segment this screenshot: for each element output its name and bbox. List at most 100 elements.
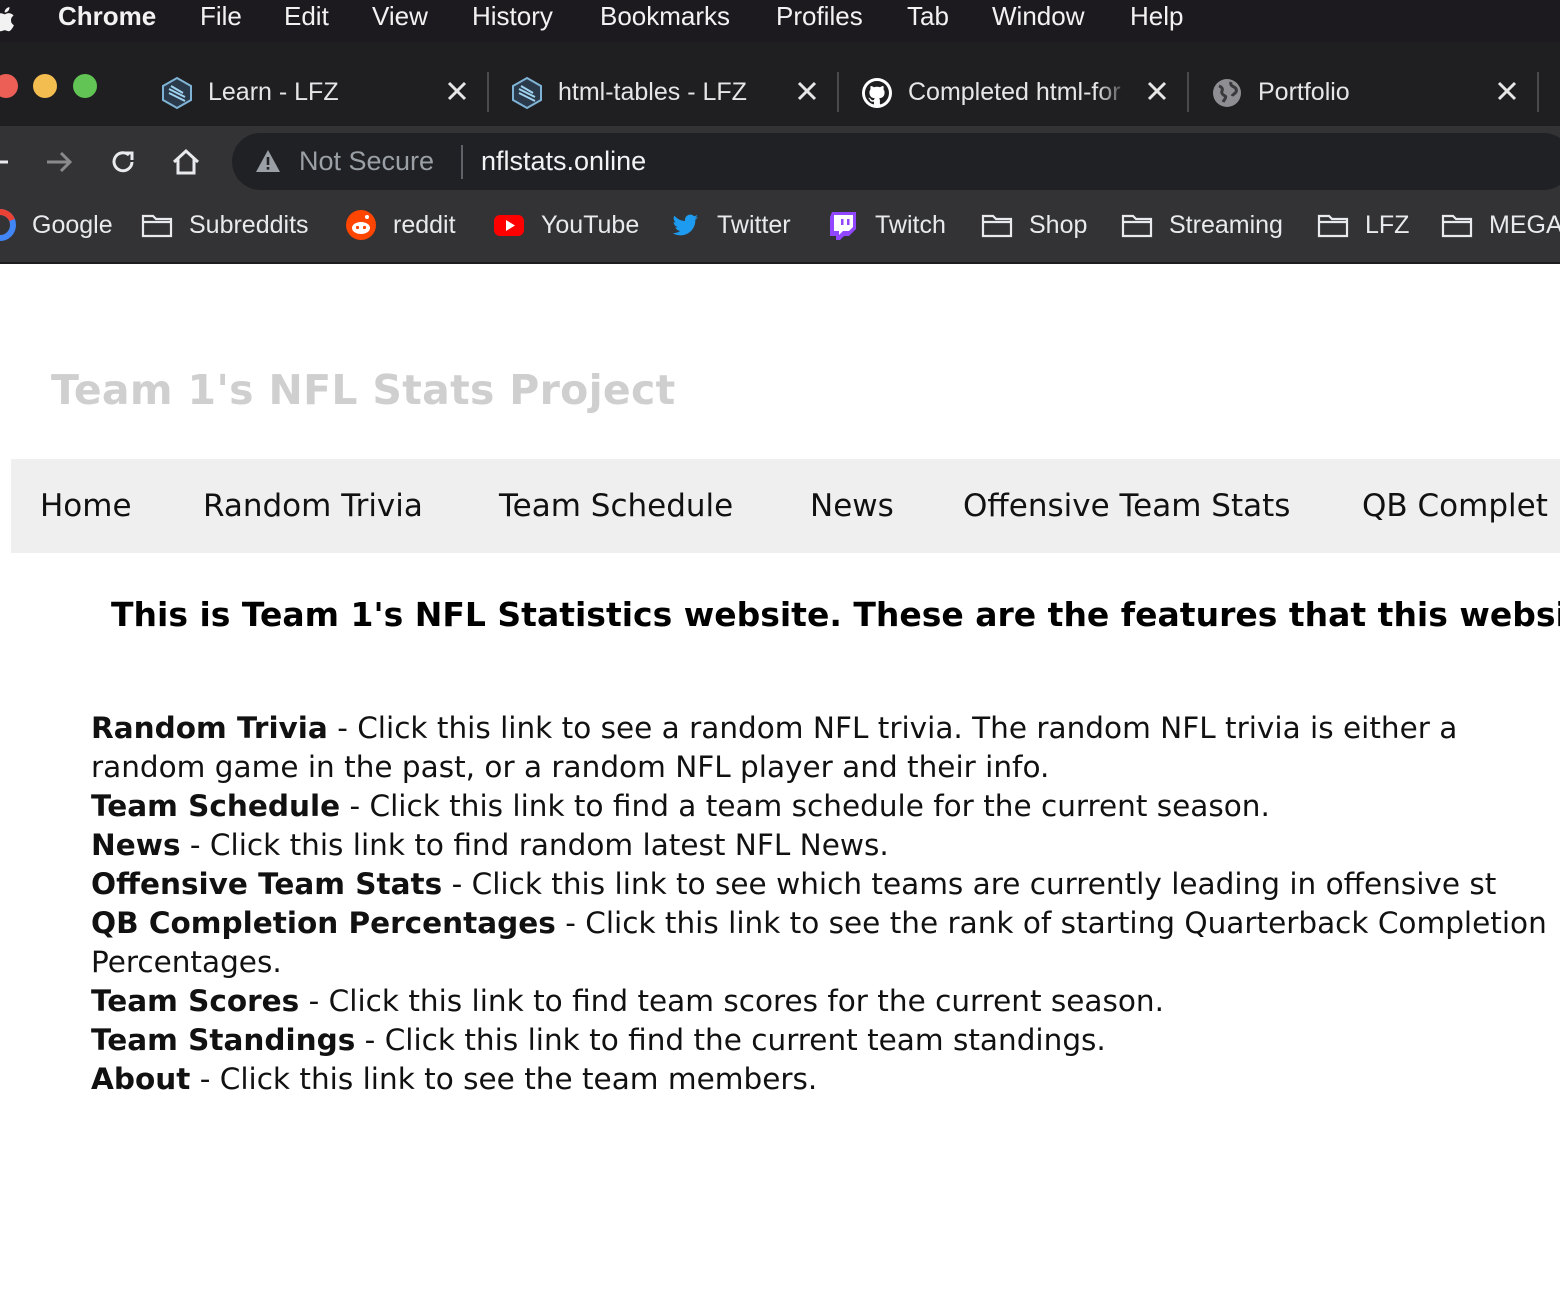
feature-description: - Click this link to find random latest … [180, 828, 889, 862]
menu-tab[interactable]: Tab [907, 0, 949, 32]
feature-name: About [91, 1062, 191, 1096]
bookmark-label: LFZ [1365, 210, 1410, 239]
menu-file[interactable]: File [200, 0, 242, 32]
nav-link-home[interactable]: Home [40, 486, 132, 526]
tab-title: Learn - LFZ [208, 78, 339, 106]
close-icon[interactable] [1142, 76, 1172, 106]
feature-name: Offensive Team Stats [91, 867, 443, 901]
apple-icon[interactable] [0, 4, 18, 34]
bookmark-label: Subreddits [189, 210, 309, 239]
folder-icon [1441, 214, 1473, 238]
reddit-icon [346, 210, 376, 240]
folder-icon [981, 214, 1013, 238]
feature-name: Team Standings [91, 1023, 356, 1057]
tab-separator [1187, 72, 1189, 112]
list-item: Team Schedule - Click this link to find … [91, 787, 1551, 826]
folder-icon [1121, 214, 1153, 238]
close-icon[interactable] [442, 76, 472, 106]
intro-heading: This is Team 1's NFL Statistics website.… [111, 595, 1560, 634]
tab-html-tables[interactable]: html-tables - LFZ [510, 60, 830, 126]
tab-title: html-tables - LFZ [558, 78, 747, 106]
feature-name: QB Completion Percentages [91, 906, 556, 940]
tab-separator [1537, 72, 1539, 112]
bookmark-label: Twitter [717, 210, 791, 239]
tab-learn-lfz[interactable]: Learn - LFZ [160, 60, 480, 126]
menu-profiles[interactable]: Profiles [776, 0, 863, 32]
feature-description: - Click this link to find a team schedul… [340, 789, 1270, 823]
bookmark-google[interactable]: Google [0, 208, 113, 242]
address-bar[interactable]: Not Secure nflstats.online [232, 133, 1560, 190]
nav-link-team-schedule[interactable]: Team Schedule [499, 486, 733, 526]
youtube-icon [494, 215, 524, 236]
menu-window[interactable]: Window [992, 0, 1084, 32]
nav-link-qb-completion[interactable]: QB Complet [1362, 486, 1548, 526]
bookmark-shop[interactable]: Shop [981, 208, 1087, 242]
list-item: QB Completion Percentages - Click this l… [91, 904, 1551, 982]
bookmark-lfz[interactable]: LFZ [1317, 208, 1409, 242]
bookmark-label: Streaming [1169, 210, 1283, 239]
menu-bookmarks[interactable]: Bookmarks [600, 0, 730, 32]
bookmark-label: Twitch [875, 210, 946, 239]
twitch-icon [830, 212, 856, 240]
list-item: Team Standings - Click this link to find… [91, 1021, 1551, 1060]
nav-link-offensive-team-stats[interactable]: Offensive Team Stats [963, 486, 1290, 526]
bookmark-mega[interactable]: MEGA [1441, 208, 1560, 242]
tab-completed-html[interactable]: Completed html-for [860, 60, 1180, 126]
bookmark-label: Shop [1029, 210, 1088, 239]
list-item: Random Trivia - Click this link to see a… [91, 709, 1551, 787]
close-icon[interactable] [1492, 76, 1522, 106]
bookmark-twitter[interactable]: Twitter [669, 208, 791, 242]
folder-icon [1317, 214, 1349, 238]
menu-edit[interactable]: Edit [284, 0, 329, 32]
security-indicator[interactable]: Not Secure [299, 145, 434, 177]
tab-separator [487, 72, 489, 112]
window-minimize-button[interactable] [33, 74, 57, 98]
menu-help[interactable]: Help [1130, 0, 1183, 32]
window-zoom-button[interactable] [73, 74, 97, 98]
bookmark-twitch[interactable]: Twitch [827, 208, 946, 242]
reload-icon[interactable] [105, 144, 141, 180]
bookmarks-bar: Google Subreddits reddit YouTube Twitter [0, 198, 1560, 264]
bookmark-label: Google [32, 210, 113, 239]
warning-icon[interactable] [254, 147, 282, 175]
feature-description: - Click this link to find the current te… [355, 1023, 1106, 1057]
site-navbar: Home Random Trivia Team Schedule News Of… [11, 459, 1560, 553]
back-arrow-icon[interactable] [0, 144, 18, 180]
close-icon[interactable] [792, 76, 822, 106]
list-item: Team Scores - Click this link to find te… [91, 982, 1551, 1021]
list-item: Offensive Team Stats - Click this link t… [91, 865, 1551, 904]
list-item: News - Click this link to find random la… [91, 826, 1551, 865]
lfz-logo-icon [162, 76, 192, 110]
omnibox-divider [461, 145, 463, 179]
tab-portfolio[interactable]: Portfolio [1210, 60, 1530, 126]
feature-description: - Click this link to find team scores fo… [299, 984, 1164, 1018]
feature-name: Team Schedule [91, 789, 341, 823]
macos-menu-bar: Chrome File Edit View History Bookmarks … [0, 0, 1560, 42]
site-title: Team 1's NFL Stats Project [51, 366, 676, 414]
url-text[interactable]: nflstats.online [481, 145, 646, 177]
forward-arrow-icon[interactable] [41, 144, 77, 180]
feature-description: - Click this link to see which teams are… [442, 867, 1497, 901]
folder-icon [141, 214, 173, 238]
nav-link-random-trivia[interactable]: Random Trivia [203, 486, 423, 526]
nav-link-news[interactable]: News [810, 486, 894, 526]
bookmark-label: YouTube [541, 210, 640, 239]
bookmark-youtube[interactable]: YouTube [493, 208, 639, 242]
bookmark-streaming[interactable]: Streaming [1121, 208, 1283, 242]
feature-list: Random Trivia - Click this link to see a… [91, 709, 1551, 1099]
tab-title: Portfolio [1258, 78, 1350, 106]
menu-view[interactable]: View [372, 0, 428, 32]
bookmark-reddit[interactable]: reddit [345, 208, 456, 242]
globe-icon [1213, 79, 1241, 107]
tab-title: Completed html-for [908, 78, 1121, 106]
bookmark-label: MEGA [1489, 210, 1560, 239]
twitter-icon [672, 214, 698, 236]
feature-name: News [91, 828, 181, 862]
feature-description: - Click this link to see the team member… [190, 1062, 818, 1096]
feature-name: Team Scores [91, 984, 300, 1018]
lfz-logo-icon [512, 76, 542, 110]
menu-app-name[interactable]: Chrome [58, 0, 156, 32]
menu-history[interactable]: History [472, 0, 553, 32]
bookmark-subreddits[interactable]: Subreddits [141, 208, 309, 242]
home-icon[interactable] [168, 144, 204, 180]
